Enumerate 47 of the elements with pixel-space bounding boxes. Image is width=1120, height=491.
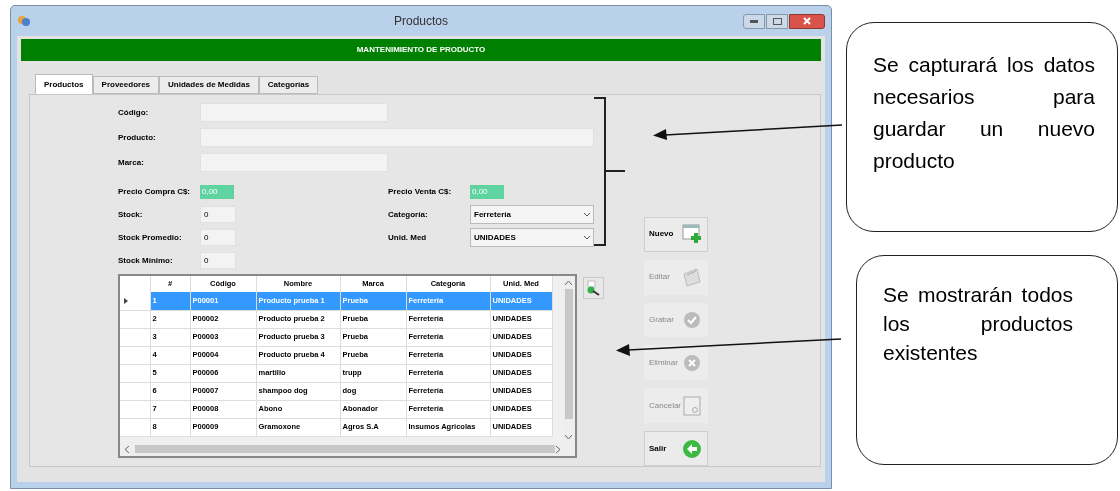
scroll-up-icon <box>565 280 573 285</box>
search-button[interactable] <box>582 277 604 299</box>
maximize-button[interactable] <box>766 13 788 29</box>
document-icon <box>681 394 703 417</box>
field-label: Precio Venta C$: <box>388 185 453 198</box>
close-icon <box>803 17 811 25</box>
row-pointer-icon <box>124 297 128 304</box>
scroll-thumb[interactable] <box>564 289 573 419</box>
callout-text: Se capturará los datos necesarios para guardar un nuevo producto <box>873 52 1095 174</box>
field-label: Marca: <box>118 156 145 169</box>
input-field[interactable]: 0 <box>200 206 236 223</box>
input-field[interactable]: 0 <box>200 252 236 269</box>
scroll-down-icon <box>565 435 573 440</box>
input-field[interactable]: 0 <box>200 229 236 246</box>
title-banner: MANTENIMIENTO DE PRODUCTO <box>21 39 821 61</box>
minimize-icon <box>750 19 758 23</box>
field-label: Código: <box>118 106 150 119</box>
tab[interactable]: Proveedores <box>92 76 160 94</box>
scroll-thumb[interactable] <box>135 445 555 453</box>
field-label: Stock: <box>118 208 144 221</box>
callout-text: Se mostrarán todos los productos existentes <box>883 282 1073 366</box>
scroll-left-icon <box>124 445 129 453</box>
tab[interactable]: Unidades de Medidas <box>159 76 259 94</box>
app-icon <box>17 14 31 28</box>
field-label: Unid. Med <box>388 231 428 244</box>
caret-icon <box>584 235 590 240</box>
scroll-right-icon <box>555 445 561 453</box>
field-label: Stock Promedio: <box>118 231 183 244</box>
new-button[interactable]: Nuevo <box>644 217 708 252</box>
field-label: Categoría: <box>388 208 429 221</box>
tab[interactable]: Categorías <box>258 76 319 94</box>
field-label: Producto: <box>118 131 157 144</box>
window-title: Productos <box>394 13 448 30</box>
magnifier-icon <box>585 280 602 296</box>
close-button[interactable] <box>789 13 825 29</box>
document-plus-icon <box>681 223 703 246</box>
back-arrow-circle-icon <box>681 437 703 460</box>
field-label: Stock Mínimo: <box>118 254 174 267</box>
dropdown[interactable]: Ferretería <box>470 205 594 224</box>
tab[interactable]: Productos <box>35 74 93 95</box>
minimize-button[interactable] <box>743 13 765 29</box>
maximize-icon <box>772 17 782 25</box>
notepad-icon <box>681 266 703 289</box>
caret-icon <box>584 212 590 217</box>
field-label: Precio Compra C$: <box>118 185 192 198</box>
dropdown[interactable]: UNIDADES <box>470 228 594 247</box>
exit-button[interactable]: Salir <box>644 431 708 466</box>
